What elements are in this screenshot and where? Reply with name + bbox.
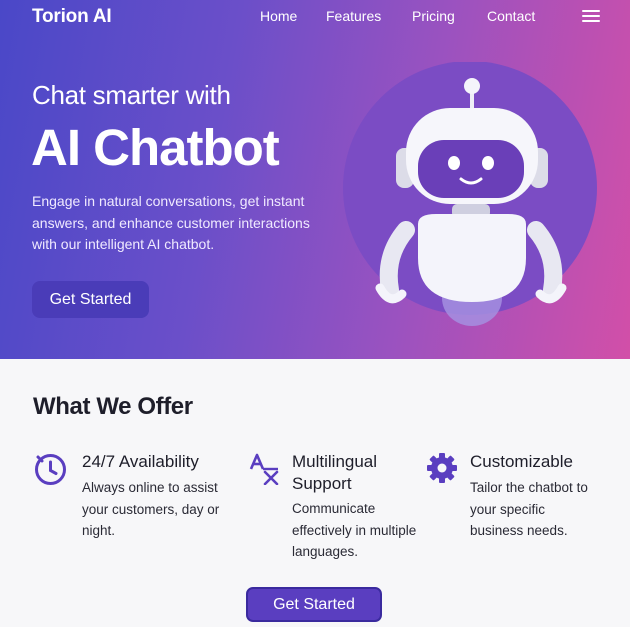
gear-icon bbox=[427, 453, 457, 483]
nav-link-home[interactable]: Home bbox=[260, 8, 297, 24]
nav-link-features[interactable]: Features bbox=[326, 8, 381, 24]
hero-section: Torion AI Home Features Pricing Contact … bbox=[0, 0, 630, 359]
feature-title-multilingual: Multilingual Support bbox=[292, 452, 378, 493]
feature-title-availability: 24/7 Availability bbox=[82, 452, 199, 471]
hero-subtitle: Chat smarter with bbox=[32, 80, 231, 110]
nav-link-contact[interactable]: Contact bbox=[487, 8, 535, 24]
feature-description-customizable: Tailor the chatbot to your specific busi… bbox=[470, 480, 588, 538]
feature-description-multilingual: Communicate effectively in multiple lang… bbox=[292, 501, 417, 559]
offer-section-title: What We Offer bbox=[33, 393, 193, 420]
hero-description: Engage in natural conversations, get ins… bbox=[32, 193, 310, 252]
feature-title-customizable: Customizable bbox=[470, 452, 573, 471]
hero-get-started-button[interactable]: Get Started bbox=[32, 281, 149, 318]
hero-title: AI Chatbot bbox=[31, 119, 280, 176]
clock-icon bbox=[35, 454, 66, 485]
robot-icon bbox=[343, 62, 597, 326]
translate-icon bbox=[249, 453, 279, 485]
bottom-get-started-button[interactable]: Get Started bbox=[246, 587, 382, 622]
hamburger-menu-icon[interactable] bbox=[582, 10, 600, 22]
feature-description-availability: Always online to assist your customers, … bbox=[82, 480, 220, 538]
brand-logo[interactable]: Torion AI bbox=[32, 6, 112, 28]
nav-link-pricing[interactable]: Pricing bbox=[412, 8, 455, 24]
